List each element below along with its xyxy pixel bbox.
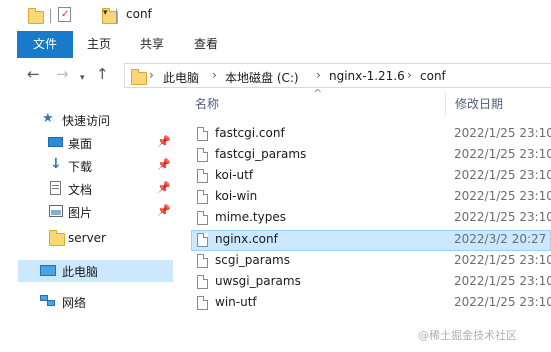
- sidebar-item-pictures[interactable]: 图片 📌: [18, 201, 173, 223]
- navigation-pane: ★ 快速访问 桌面 📌 ↓ 下载 📌 文档 📌 图片 📌 server 此电脑 …: [0, 91, 185, 352]
- pin-icon[interactable]: 📌: [157, 181, 171, 194]
- file-modified-date: 2022/1/25 23:10: [454, 189, 551, 203]
- forward-arrow-icon[interactable]: →: [56, 66, 69, 82]
- file-icon: [197, 296, 208, 310]
- file-icon: [197, 127, 208, 141]
- chevron-right-icon[interactable]: ›: [407, 68, 412, 82]
- sidebar-item-label: 桌面: [68, 137, 93, 151]
- breadcrumb-local-disk[interactable]: 本地磁盘 (C:): [225, 69, 299, 86]
- title-bar: ✓ ▾ conf: [0, 0, 551, 31]
- file-row-fastcgi-params[interactable]: fastcgi_params 2022/1/25 23:10: [191, 145, 551, 166]
- star-icon: ★: [42, 111, 54, 126]
- folder-icon: [28, 8, 44, 24]
- sidebar-item-documents[interactable]: 文档 📌: [18, 178, 173, 200]
- sidebar-item-server[interactable]: server: [18, 228, 173, 250]
- file-name: koi-win: [215, 189, 258, 203]
- file-row-koi-win[interactable]: koi-win 2022/1/25 23:10: [191, 187, 551, 208]
- sidebar-item-downloads[interactable]: ↓ 下载 📌: [18, 155, 173, 177]
- breadcrumb-nginx[interactable]: nginx-1.21.6: [329, 69, 405, 83]
- file-icon: [197, 190, 208, 204]
- file-modified-date: 2022/1/25 23:10: [454, 210, 551, 224]
- file-name: fastcgi_params: [215, 147, 307, 161]
- tab-view[interactable]: 查看: [184, 31, 228, 58]
- file-list: ^ 名称 修改日期 fastcgi.conf 2022/1/25 23:10 f…: [185, 87, 551, 352]
- file-modified-date: 2022/1/25 23:10: [454, 274, 551, 288]
- column-divider[interactable]: [445, 93, 446, 115]
- download-icon: ↓: [50, 156, 62, 172]
- sidebar-item-desktop[interactable]: 桌面 📌: [18, 132, 173, 154]
- properties-icon[interactable]: ✓: [58, 7, 71, 22]
- file-name: nginx.conf: [215, 232, 278, 246]
- sidebar-item-label: 文档: [68, 183, 93, 197]
- file-name: uwsgi_params: [215, 274, 301, 288]
- folder-icon: [49, 230, 65, 246]
- file-name: koi-utf: [215, 168, 254, 182]
- sidebar-item-quick-access[interactable]: ★ 快速访问: [18, 109, 173, 131]
- back-arrow-icon[interactable]: ←: [27, 66, 40, 82]
- sidebar-item-label: 图片: [68, 206, 93, 220]
- watermark: @稀土掘金技术社区: [418, 329, 517, 342]
- chevron-right-icon[interactable]: ›: [316, 68, 321, 82]
- file-name: scgi_params: [215, 253, 290, 267]
- divider: [116, 9, 117, 23]
- file-name: fastcgi.conf: [215, 126, 285, 140]
- file-name: win-utf: [215, 295, 257, 309]
- window-title: conf: [126, 7, 152, 21]
- divider: [50, 9, 51, 23]
- file-icon: [197, 254, 208, 268]
- sidebar-item-label: server: [68, 231, 106, 245]
- sidebar-item-this-pc[interactable]: 此电脑: [18, 260, 173, 282]
- pictures-icon: [49, 205, 63, 217]
- pin-icon[interactable]: 📌: [157, 135, 171, 148]
- column-header-modified[interactable]: 修改日期: [455, 95, 503, 112]
- file-icon: [197, 148, 208, 162]
- computer-icon: [40, 265, 56, 276]
- sidebar-item-label: 此电脑: [62, 265, 99, 279]
- file-row-fastcgi-conf[interactable]: fastcgi.conf 2022/1/25 23:10: [191, 124, 551, 145]
- customize-toolbar-chevron-icon[interactable]: ▾: [103, 8, 108, 18]
- documents-icon: [50, 181, 61, 195]
- sidebar-item-label: 网络: [62, 296, 87, 310]
- file-row-win-utf[interactable]: win-utf 2022/1/25 23:10: [191, 293, 551, 314]
- breadcrumb-conf[interactable]: conf: [420, 69, 446, 83]
- chevron-right-icon[interactable]: ›: [149, 68, 154, 82]
- file-icon: [197, 275, 208, 289]
- file-icon: [197, 169, 208, 183]
- up-arrow-icon[interactable]: ↑: [96, 66, 109, 82]
- file-row-nginx-conf[interactable]: nginx.conf 2022/3/2 20:27: [191, 230, 551, 251]
- pin-icon[interactable]: 📌: [157, 158, 171, 171]
- file-modified-date: 2022/1/25 23:10: [454, 168, 551, 182]
- desktop-icon: [48, 137, 63, 147]
- file-row-mime-types[interactable]: mime.types 2022/1/25 23:10: [191, 208, 551, 229]
- breadcrumb-this-pc[interactable]: 此电脑: [163, 69, 199, 86]
- file-icon: [197, 211, 208, 225]
- network-icon: [40, 295, 56, 307]
- pin-icon[interactable]: 📌: [157, 204, 171, 217]
- column-header-name[interactable]: 名称: [195, 95, 219, 112]
- file-modified-date: 2022/1/25 23:10: [454, 126, 551, 140]
- sidebar-item-label: 下载: [68, 160, 93, 174]
- file-icon: [197, 233, 208, 247]
- file-modified-date: 2022/1/25 23:10: [454, 147, 551, 161]
- tab-file[interactable]: 文件: [17, 31, 73, 58]
- chevron-right-icon[interactable]: ›: [212, 68, 217, 82]
- file-row-uwsgi-params[interactable]: uwsgi_params 2022/1/25 23:10: [191, 272, 551, 293]
- sort-ascending-icon: ^: [313, 87, 323, 100]
- tab-home[interactable]: 主页: [78, 31, 120, 58]
- file-modified-date: 2022/1/25 23:10: [454, 295, 551, 309]
- file-modified-date: 2022/1/25 23:10: [454, 253, 551, 267]
- file-row-scgi-params[interactable]: scgi_params 2022/1/25 23:10: [191, 251, 551, 272]
- file-row-koi-utf[interactable]: koi-utf 2022/1/25 23:10: [191, 166, 551, 187]
- recent-locations-chevron-icon[interactable]: ▾: [80, 70, 85, 86]
- ribbon-tabs: 文件 主页 共享 查看: [0, 31, 551, 59]
- tab-share[interactable]: 共享: [130, 31, 174, 58]
- file-modified-date: 2022/3/2 20:27: [454, 232, 547, 246]
- navigation-row: ← → ▾ ↑ › 此电脑 › 本地磁盘 (C:) › nginx-1.21.6…: [0, 58, 551, 91]
- sidebar-item-network[interactable]: 网络: [18, 291, 173, 313]
- sidebar-item-label: 快速访问: [62, 114, 111, 128]
- address-bar[interactable]: › 此电脑 › 本地磁盘 (C:) › nginx-1.21.6 › conf: [124, 63, 551, 88]
- file-name: mime.types: [215, 210, 286, 224]
- folder-icon: [131, 69, 147, 85]
